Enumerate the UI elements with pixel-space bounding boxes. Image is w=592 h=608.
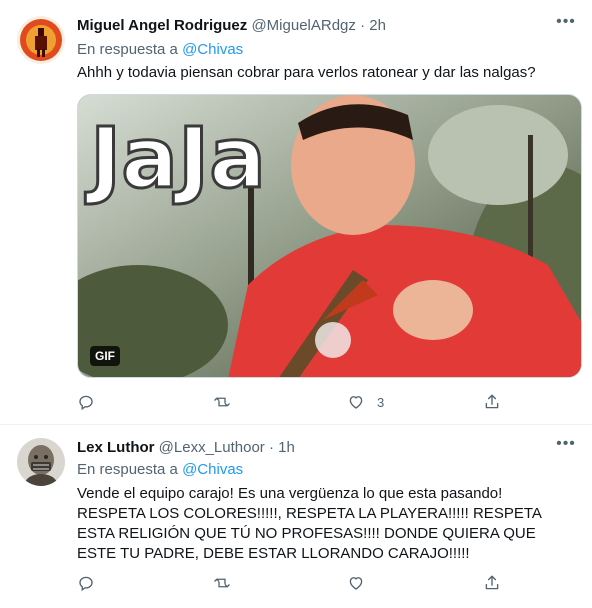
reply-icon <box>79 576 93 592</box>
reply-context: En respuesta a @Chivas <box>77 460 243 480</box>
like-button[interactable] <box>347 573 377 593</box>
author-handle[interactable]: @MiguelARdgz <box>251 17 355 34</box>
author-handle[interactable]: @Lexx_Luthoor <box>159 439 265 456</box>
timestamp[interactable]: 2h <box>369 17 386 34</box>
avatar[interactable] <box>17 438 65 486</box>
more-horizontal-icon[interactable]: ••• <box>556 14 576 34</box>
reply-mention-link[interactable]: @Chivas <box>182 461 243 478</box>
reply-prefix: En respuesta a <box>77 461 178 478</box>
tweet-actions <box>77 573 517 593</box>
tweet-header: Lex Luthor @Lexx_Luthoor · 1h ••• <box>77 436 576 458</box>
gif-badge: GIF <box>90 346 120 366</box>
author-name[interactable]: Lex Luthor <box>77 439 155 456</box>
gif-media[interactable]: JaJa GIF <box>77 94 582 378</box>
tweet-text: Vende el equipo carajo! Es una vergüenza… <box>77 485 542 562</box>
share-icon <box>485 394 499 409</box>
like-button[interactable]: 3 <box>347 392 384 412</box>
reply-icon <box>79 395 93 411</box>
retweet-button[interactable] <box>213 573 231 593</box>
timestamp[interactable]: 1h <box>278 439 295 456</box>
retweet-button[interactable] <box>213 392 231 412</box>
tweet[interactable]: Miguel Angel Rodriguez @MiguelARdgz · 2h… <box>0 0 592 425</box>
separator-dot: · <box>360 17 366 34</box>
like-icon <box>349 577 363 590</box>
reply-context: En respuesta a @Chivas <box>77 40 243 60</box>
reply-button[interactable] <box>77 392 95 412</box>
separator-dot: · <box>268 439 274 456</box>
tweet-text: Ahhh y todavia piensan cobrar para verlo… <box>77 64 536 81</box>
tweet[interactable]: Lex Luthor @Lexx_Luthoor · 1h ••• En res… <box>0 425 592 608</box>
share-button[interactable] <box>483 573 501 593</box>
retweet-icon <box>214 397 230 407</box>
tweet-header: Miguel Angel Rodriguez @MiguelARdgz · 2h… <box>77 14 576 36</box>
like-icon <box>349 396 363 409</box>
reply-mention-link[interactable]: @Chivas <box>182 41 243 58</box>
reply-button[interactable] <box>77 573 95 593</box>
reply-prefix: En respuesta a <box>77 41 178 58</box>
retweet-icon <box>214 578 230 588</box>
share-icon <box>485 575 499 590</box>
author-name[interactable]: Miguel Angel Rodriguez <box>77 17 247 34</box>
tweet-actions: 3 <box>77 392 517 412</box>
share-button[interactable] <box>483 392 501 412</box>
like-count: 3 <box>377 394 385 410</box>
gif-image: JaJa <box>78 95 581 377</box>
more-horizontal-icon[interactable]: ••• <box>556 436 576 456</box>
gif-overlay-text: JaJa <box>85 109 266 207</box>
avatar[interactable] <box>17 16 65 64</box>
